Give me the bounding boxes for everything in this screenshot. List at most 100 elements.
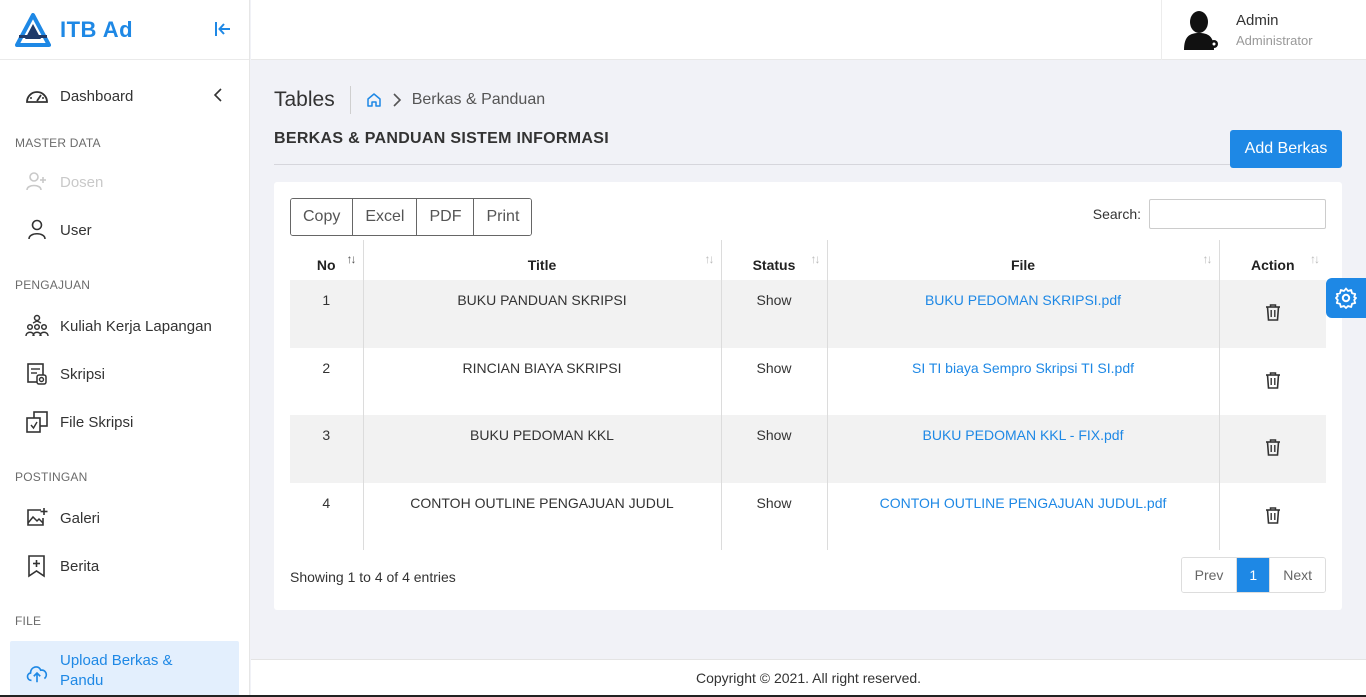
section-title: BERKAS & PANDUAN SISTEM INFORMASI [274,130,1342,165]
collapse-sidebar-icon[interactable] [213,19,233,39]
table-header-row: No ↑↓ Title ↑↓ Status ↑↓ File ↑↓ Action ↑↓ [290,240,1326,280]
avatar[interactable] [1178,8,1222,52]
cell-title: RINCIAN BIAYA SKRIPSI [363,347,722,415]
file-link[interactable]: BUKU PEDOMAN SKRIPSI.pdf [925,292,1121,308]
sidebar-item-label: User [60,221,92,239]
sidebar-item-kkl[interactable]: Kuliah Kerja Lapangan [0,302,249,350]
sidebar-item-dashboard[interactable]: Dashboard [0,72,249,120]
group-icon [25,314,49,338]
cell-title: CONTOH OUTLINE PENGAJUAN JUDUL [363,482,722,550]
trash-icon[interactable] [1264,371,1282,389]
pdf-button[interactable]: PDF [417,199,475,235]
table-row: 2 RINCIAN BIAYA SKRIPSI Show SI TI biaya… [290,347,1326,416]
sidebar-item-dosen[interactable]: Dosen [0,158,249,206]
column-header-action[interactable]: Action ↑↓ [1219,240,1326,280]
export-buttons: Copy Excel PDF Print [290,198,533,236]
sort-icon: ↑↓ [346,252,357,266]
user-name: Admin [1236,12,1279,29]
sort-icon: ↑↓ [810,252,821,266]
section-master-data: MASTER DATA [15,136,101,150]
cell-action [1219,348,1326,416]
chevron-left-icon [213,88,222,102]
sidebar-item-label: Dashboard [60,87,134,105]
chevron-right-icon [393,93,401,107]
sort-icon: ↑↓ [1202,252,1213,266]
cloud-upload-icon [25,661,49,685]
cell-title: BUKU PANDUAN SKRIPSI [363,280,722,348]
next-page-button[interactable]: Next [1269,558,1325,592]
sort-icon: ↑↓ [1310,252,1320,266]
file-link[interactable]: CONTOH OUTLINE PENGAJUAN JUDUL.pdf [880,495,1167,511]
cell-no: 3 [290,415,364,483]
cell-status: Show [721,347,828,415]
sidebar-item-upload-berkas[interactable]: Upload Berkas & Pandu [10,641,239,697]
page-header: Tables Berkas & Panduan [274,85,545,115]
trash-icon[interactable] [1264,506,1282,524]
cell-action [1219,280,1326,348]
sidebar-item-skripsi[interactable]: Skripsi [0,350,249,398]
table-card: Copy Excel PDF Print Search: No ↑↓ Title ↑… [274,182,1342,610]
sidebar-item-galeri[interactable]: Galeri [0,494,249,542]
files-icon [25,410,49,434]
cell-file: CONTOH OUTLINE PENGAJUAN JUDUL.pdf [827,482,1220,550]
file-link[interactable]: SI TI biaya Sempro Skripsi TI SI.pdf [912,360,1134,376]
triangle-logo-icon[interactable] [15,12,51,47]
section-postingan: POSTINGAN [15,470,88,484]
cell-no: 4 [290,482,364,550]
cell-no: 2 [290,347,364,415]
user-icon [25,218,49,242]
trash-icon[interactable] [1264,303,1282,322]
pagination: Prev 1 Next [1180,557,1326,593]
file-link[interactable]: BUKU PEDOMAN KKL - FIX.pdf [923,427,1124,443]
breadcrumb: Berkas & Panduan [351,91,545,109]
table-row: 3 BUKU PEDOMAN KKL Show BUKU PEDOMAN KKL… [290,415,1326,483]
page-title: Tables [274,86,351,114]
cell-action [1219,483,1326,551]
sidebar-item-label: Kuliah Kerja Lapangan [60,317,212,335]
sidebar-item-label: Upload Berkas & Pandu [60,652,173,689]
search-input[interactable] [1149,199,1326,229]
brand-name[interactable]: ITB Ad [60,17,133,43]
gear-icon [1335,287,1357,309]
cell-status: Show [721,482,828,550]
prev-page-button[interactable]: Prev [1181,558,1238,592]
speedometer-icon [25,84,49,108]
trash-icon[interactable] [1264,438,1282,457]
user-plus-icon [25,170,49,194]
section-file: FILE [15,614,42,628]
home-icon[interactable] [366,92,382,108]
document-icon [25,362,49,386]
brand: ITB Ad [0,0,249,60]
table-info: Showing 1 to 4 of 4 entries [290,569,456,585]
sidebar-item-berita[interactable]: Berita [0,542,249,590]
page-button-current[interactable]: 1 [1237,558,1270,592]
copy-button[interactable]: Copy [291,199,354,235]
topbar: Admin Administrator [251,0,1366,60]
column-header-no[interactable]: No ↑↓ [290,240,364,280]
column-header-title[interactable]: Title ↑↓ [363,240,722,280]
image-add-icon [25,506,49,530]
table-row: 1 BUKU PANDUAN SKRIPSI Show BUKU PEDOMAN… [290,280,1326,348]
berkas-table: No ↑↓ Title ↑↓ Status ↑↓ File ↑↓ Action ↑↓ 1 … [290,240,1326,550]
settings-button[interactable] [1326,278,1366,318]
sidebar-item-label: File Skripsi [60,413,134,431]
cell-file: SI TI biaya Sempro Skripsi TI SI.pdf [827,347,1220,415]
sidebar-item-label: Dosen [60,173,104,191]
main-content: Tables Berkas & Panduan BERKAS & PANDUAN… [251,60,1366,660]
cell-file: BUKU PEDOMAN SKRIPSI.pdf [827,280,1220,348]
sidebar-item-user[interactable]: User [0,206,249,254]
sidebar-item-label: Galeri [60,509,101,527]
excel-button[interactable]: Excel [353,199,418,235]
search-box: Search: [1093,199,1326,229]
section-pengajuan: PENGAJUAN [15,278,91,292]
user-role: Administrator [1236,33,1313,48]
user-menu[interactable]: Admin Administrator [1161,0,1366,60]
add-berkas-button[interactable]: Add Berkas [1230,130,1342,168]
cell-title: BUKU PEDOMAN KKL [363,415,722,483]
sidebar-item-file-skripsi[interactable]: File Skripsi [0,398,249,446]
sidebar: ITB Ad Dashboard MASTER DATA Dosen User … [0,0,250,697]
print-button[interactable]: Print [474,199,532,235]
column-header-status[interactable]: Status ↑↓ [721,240,828,280]
column-header-file[interactable]: File ↑↓ [827,240,1220,280]
footer: Copyright © 2021. All right reserved. [251,659,1366,697]
